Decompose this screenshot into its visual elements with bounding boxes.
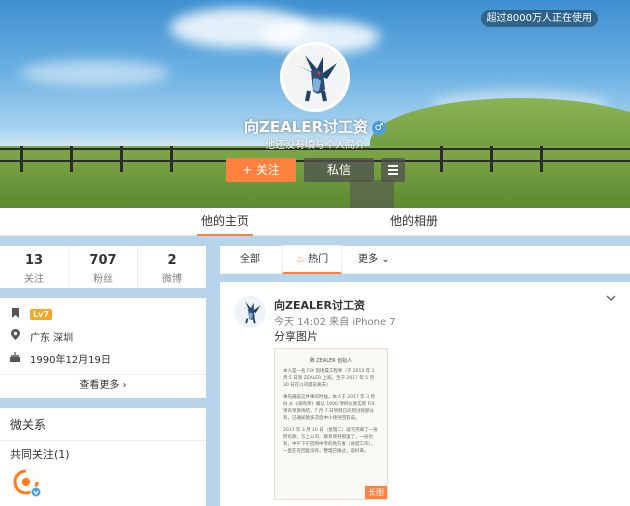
post-image-paragraph: 2017 年 3 月 10 日（星期二）就写完邮了一份所有款，写上公司、联系领导… <box>283 428 378 454</box>
stat-following-value: 13 <box>24 253 44 268</box>
chevron-down-icon: ⌄ <box>381 254 390 265</box>
post-options-chevron-icon[interactable] <box>606 292 616 305</box>
stat-posts-value: 2 <box>167 253 177 268</box>
flame-icon: ♨ <box>295 254 305 265</box>
info-level-row: Lv7 <box>10 306 52 322</box>
tab-home[interactable]: 他的主页 <box>197 208 254 236</box>
male-icon: ♂ <box>372 120 387 135</box>
filter-hot[interactable]: ♨ 热门 <box>282 245 342 274</box>
birthday-text: 1990年12月19日 <box>30 354 111 366</box>
relations-title: 微关系 <box>10 418 47 432</box>
location-text: 广东 深圳 <box>30 332 74 344</box>
common-follow-title[interactable]: 共同关注(1) <box>10 446 70 462</box>
filter-more[interactable]: 更多 ⌄ <box>358 246 390 274</box>
dragon-avatar-icon <box>241 301 261 324</box>
post-image-title: 致 ZEALER 创始人 <box>309 358 353 364</box>
profile-tabs: 他的主页 他的相册 <box>0 208 630 236</box>
post-image-paragraph: 本人是一名 FIX 现场操工程师（于 2013 年 1 月 5 日到 ZEALE… <box>283 369 375 388</box>
more-menu-button[interactable] <box>381 158 405 182</box>
tab-album[interactable]: 他的相册 <box>390 208 438 236</box>
stats-card: 13 关注 707 粉丝 2 微博 <box>0 246 206 288</box>
post-image[interactable]: 致 ZEALER 创始人 本人是一名 FIX 现场操工程师（于 2013 年 1… <box>274 348 388 500</box>
zealer-logo-icon <box>13 469 42 498</box>
stat-following[interactable]: 13 关注 <box>0 246 69 288</box>
post-image-paragraph: 事先确说这件事的时候，本人于 2017 年 3 月 份 从《采购单》确认 100… <box>283 395 376 421</box>
learn-more-link[interactable]: 查看更多 › <box>0 374 206 396</box>
follow-button[interactable]: + 关注 <box>226 158 296 182</box>
stat-followers-value: 707 <box>89 253 117 268</box>
message-button[interactable]: 私信 <box>304 158 374 182</box>
post-text: 分享图片 <box>274 330 318 343</box>
dragon-avatar-icon <box>283 45 347 109</box>
filter-hot-label: 热门 <box>308 254 329 265</box>
level-badge[interactable]: Lv7 <box>30 308 52 320</box>
post-author-name[interactable]: 向ZEALER讨工资 <box>274 297 365 313</box>
birthday-cake-icon <box>10 351 20 365</box>
info-location-row: 广东 深圳 <box>10 328 73 344</box>
user-count-badge: 超过8000万人正在使用 <box>480 10 598 27</box>
stat-posts-label: 微博 <box>162 274 182 285</box>
relations-card: 微关系 共同关注(1) <box>0 408 206 506</box>
common-follow-avatar[interactable] <box>12 468 42 498</box>
post-time-source[interactable]: 今天 14:02 来自 iPhone 7 <box>274 313 396 328</box>
profile-cover: 超过8000万人正在使用 向ZEALER讨工资 ♂ 他还没有填写个人简介 + 关注… <box>0 0 630 208</box>
profile-intro: 他还没有填写个人简介 <box>265 140 365 151</box>
weibo-post: 向ZEALER讨工资 今天 14:02 来自 iPhone 7 分享图片 致 Z… <box>220 282 630 506</box>
bookmark-icon <box>10 307 20 321</box>
stat-following-label: 关注 <box>24 274 44 285</box>
filter-more-label: 更多 <box>358 254 378 265</box>
filter-all[interactable]: 全部 <box>240 246 260 274</box>
stat-followers-label: 粉丝 <box>93 274 113 285</box>
stat-posts[interactable]: 2 微博 <box>138 246 206 288</box>
feed-filter-bar: 全部 ♨ 热门 更多 ⌄ <box>220 245 630 274</box>
info-birthday-row: 1990年12月19日 <box>10 350 111 366</box>
long-image-tag: 长图 <box>365 486 387 499</box>
info-card: Lv7 广东 深圳 1990年12月19日 查看更多 › <box>0 298 206 398</box>
stat-followers[interactable]: 707 粉丝 <box>69 246 138 288</box>
profile-name-text: 向ZEALER讨工资 <box>243 118 369 136</box>
post-author-avatar[interactable] <box>234 296 266 328</box>
location-pin-icon <box>10 329 20 343</box>
avatar[interactable] <box>280 42 350 112</box>
profile-name: 向ZEALER讨工资 ♂ <box>0 116 630 137</box>
